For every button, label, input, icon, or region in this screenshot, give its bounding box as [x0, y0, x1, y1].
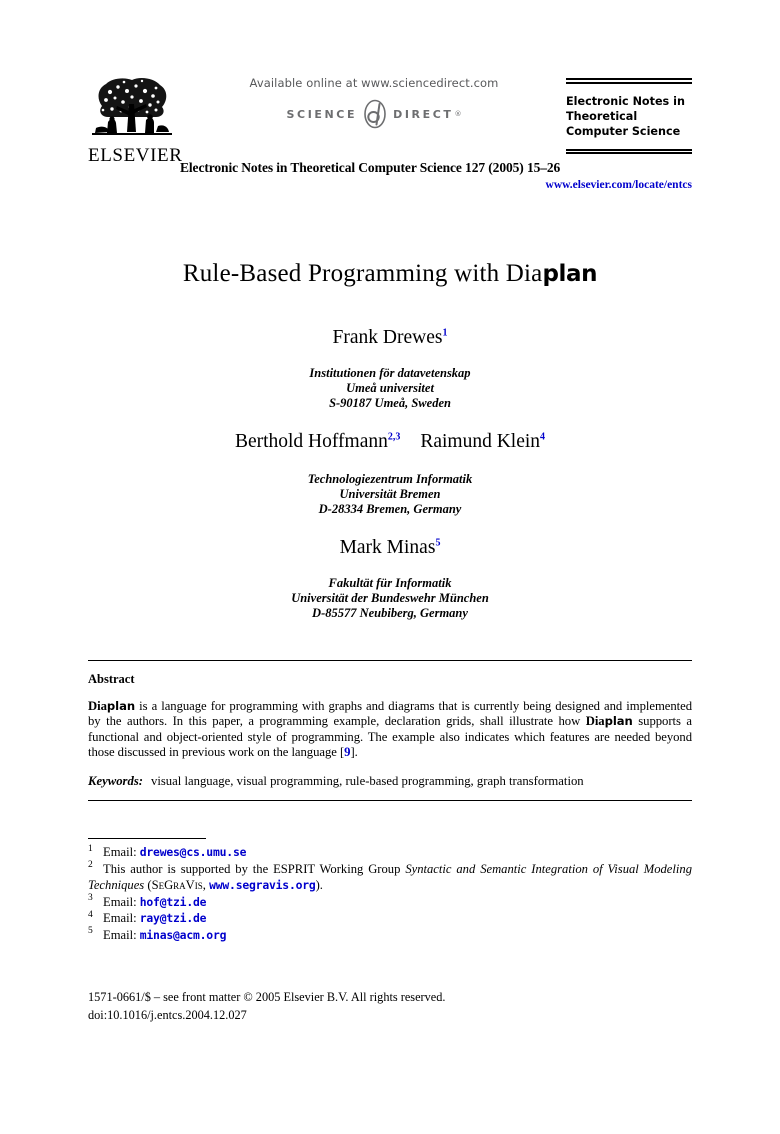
abstract-rule-bottom	[88, 800, 692, 802]
author-4-footnote-ref[interactable]: 5	[435, 538, 440, 549]
footnote-2-text: This author is supported by the ESPRIT W…	[103, 861, 406, 876]
title-plain-part: Rule-Based Programming with Dia	[182, 260, 543, 287]
masthead: ELSEVIER Available online at www.science…	[88, 76, 692, 192]
footnote-4-label: Email:	[103, 911, 140, 925]
abstract-logo-dia-2: Dia	[585, 714, 605, 729]
sciencedirect-science-word: SCIENCE	[286, 107, 358, 121]
footnote-3-email-link[interactable]: hof@tzi.de	[140, 895, 207, 909]
abstract-heading: Abstract	[88, 672, 135, 686]
affiliation-1-line-1: Institutionen för datavetenskap	[309, 366, 471, 380]
footnote-2-text-mid: (	[144, 878, 152, 892]
footnote-3: 3 Email: hof@tzi.de	[88, 893, 207, 909]
abstract-logo-plan-2: plan	[604, 714, 633, 729]
author-2-name: Berthold Hoffmann	[234, 431, 388, 452]
affiliation-2-line-1: Technologiezentrum Informatik	[307, 472, 473, 486]
keywords-list: visual language, visual programming, rul…	[150, 774, 584, 789]
footnote-2-acronym: SeGraVis	[151, 878, 203, 892]
abstract-logo-plan: plan	[106, 699, 136, 713]
sciencedirect-logo: SCIENCE DIRECT ®	[198, 99, 550, 129]
author-1-name: Frank Drewes	[332, 327, 443, 348]
author-3-name: Raimund Klein	[420, 431, 541, 452]
abstract-text-3: ].	[350, 744, 358, 759]
footnote-1: 1 Email: drewes@cs.umu.se	[88, 843, 247, 859]
keywords-label: Keywords:	[88, 774, 143, 789]
footnote-3-label: Email:	[103, 894, 140, 909]
footnote-5-email-link[interactable]: minas@acm.org	[140, 928, 227, 942]
footnote-2-url-link[interactable]: www.segravis.org	[209, 878, 316, 892]
series-title-box: Electronic Notes in Theoretical Computer…	[566, 78, 692, 155]
affiliation-3-line-1: Fakultät für Informatik	[328, 576, 452, 590]
affiliation-2-line-2: Universität Bremen	[339, 487, 441, 501]
elsevier-wordmark: ELSEVIER	[88, 145, 183, 166]
footnote-5: 5 Email: minas@acm.org	[88, 926, 227, 942]
copyright-line: 1571-0661/$ – see front matter © 2005 El…	[88, 990, 446, 1004]
affiliation-1: Institutionen för datavetenskap Umeå uni…	[0, 366, 780, 411]
copyright-block: 1571-0661/$ – see front matter © 2005 El…	[88, 988, 692, 1024]
series-url-link[interactable]: www.elsevier.com/locate/entcs	[546, 179, 692, 191]
footnote-separator-rule	[88, 838, 206, 839]
author-2-footnote-ref[interactable]: 2,3	[388, 432, 401, 443]
author-1-footnote-ref[interactable]: 1	[442, 328, 447, 339]
footnote-4-email-link[interactable]: ray@tzi.de	[140, 911, 207, 925]
footnote-5-label: Email:	[103, 927, 140, 942]
author-name-2: Berthold Hoffmann2,3 Raimund Klein4	[0, 430, 780, 454]
page-title: Rule-Based Programming with Diaplan	[0, 258, 780, 290]
footnote-2: 2 This author is supported by the ESPRIT …	[88, 860, 692, 892]
series-rule-top	[566, 78, 692, 84]
footnote-4: 4 Email: ray@tzi.de	[88, 909, 207, 925]
author-4-name: Mark Minas	[339, 537, 436, 558]
footnote-2-text-after: ).	[315, 878, 323, 892]
affiliation-3: Fakultät für Informatik Universität der …	[0, 576, 780, 621]
paper-front-page: ELSEVIER Available online at www.science…	[0, 0, 780, 1134]
series-title: Electronic Notes in Theoretical Computer…	[566, 94, 685, 138]
affiliation-1-line-2: Umeå universitet	[346, 381, 434, 395]
affiliation-2-line-3: D-28334 Bremen, Germany	[318, 502, 462, 516]
elsevier-tree-logo-icon	[92, 77, 172, 135]
doi-line: doi:10.1016/j.entcs.2004.12.027	[88, 1008, 247, 1022]
journal-citation: Electronic Notes in Theoretical Computer…	[180, 160, 561, 175]
abstract-logo-dia: Dia	[88, 699, 107, 713]
affiliation-2: Technologiezentrum Informatik Universitä…	[0, 472, 780, 517]
affiliation-1-line-3: S-90187 Umeå, Sweden	[329, 396, 451, 410]
author-3-footnote-ref[interactable]: 4	[540, 432, 545, 443]
author-name-1: Frank Drewes1	[0, 326, 780, 350]
affiliation-3-line-2: Universität der Bundeswehr München	[291, 591, 489, 605]
author-name-4: Mark Minas5	[0, 536, 780, 560]
abstract-rule-top	[88, 660, 692, 661]
sciencedirect-d-mark-icon	[360, 99, 390, 129]
sciencedirect-block: Available online at www.sciencedirect.co…	[198, 76, 550, 129]
sciencedirect-direct-word: DIRECT	[393, 107, 454, 121]
affiliation-3-line-3: D-85577 Neubiberg, Germany	[312, 606, 468, 620]
keywords-line: Keywords: visual language, visual program…	[88, 774, 692, 789]
abstract-body: Diaplan is a language for programming wi…	[88, 699, 692, 760]
elsevier-logo: ELSEVIER	[88, 76, 183, 167]
abstract-section: Abstract Diaplan is a language for progr…	[88, 660, 692, 802]
footnote-1-email-link[interactable]: drewes@cs.umu.se	[140, 845, 247, 859]
footnote-1-label: Email:	[103, 845, 140, 859]
series-rule-bottom	[566, 148, 692, 155]
available-online-text: Available online at www.sciencedirect.co…	[249, 76, 499, 90]
title-logo-part: plan	[542, 261, 598, 287]
footnotes-section: 1 Email: drewes@cs.umu.se 2 This author is…	[88, 838, 692, 943]
registered-mark: ®	[454, 110, 462, 118]
